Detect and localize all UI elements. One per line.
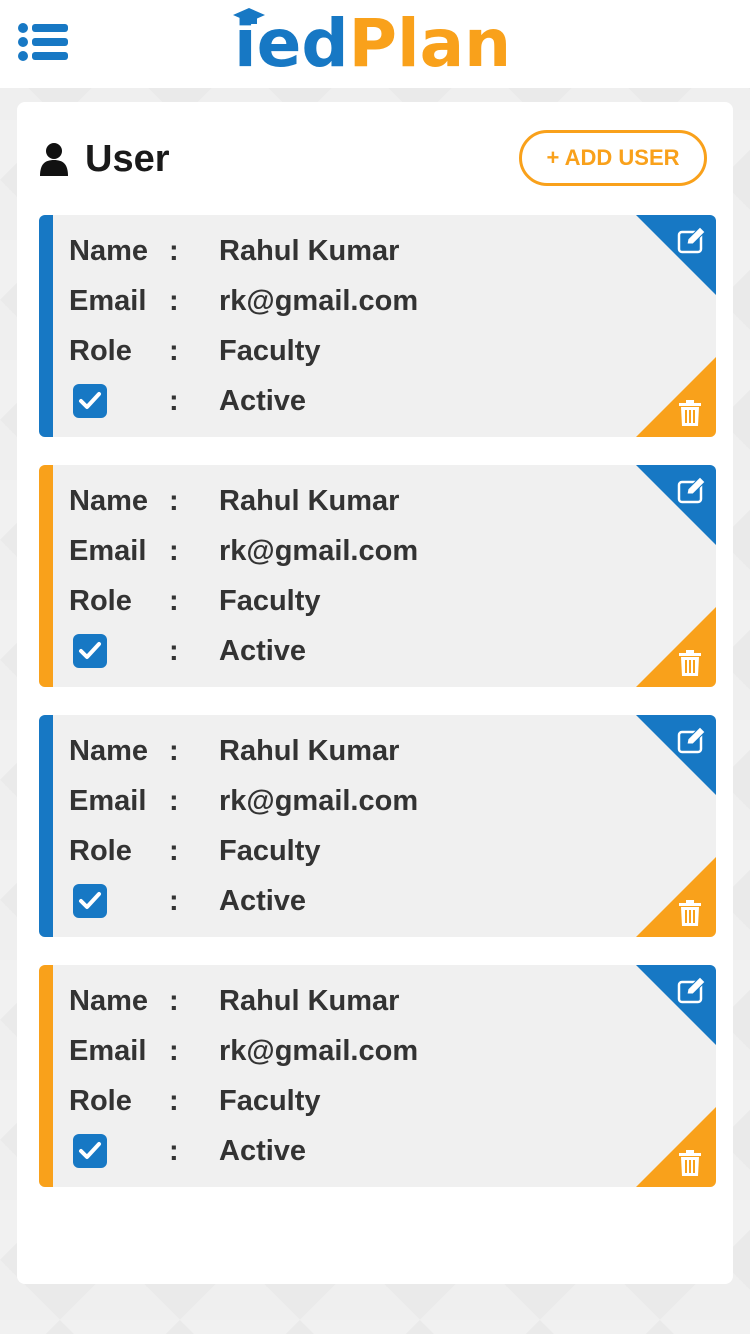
role-label: Role: [69, 584, 132, 617]
separator: :: [169, 1084, 179, 1117]
trash-icon: [679, 900, 701, 926]
edit-corner-shape: [636, 215, 716, 295]
email-label: Email: [69, 284, 147, 317]
separator: :: [169, 634, 179, 667]
card-accent-stripe: [39, 215, 53, 437]
user-card: Name : Rahul Kumar Email : rk@gmail.com …: [39, 965, 716, 1187]
user-card: Name : Rahul Kumar Email : rk@gmail.com …: [39, 715, 716, 937]
graduation-cap-icon: [233, 8, 265, 24]
user-status: Active: [219, 884, 307, 917]
checkbox-checked-icon: [79, 392, 101, 409]
user-role: Faculty: [219, 584, 321, 617]
logo-text: iedPlan: [234, 4, 511, 84]
delete-button[interactable]: [636, 607, 716, 687]
separator: :: [169, 1034, 179, 1067]
name-label: Name: [69, 234, 148, 267]
edit-corner-shape: [636, 965, 716, 1045]
role-label: Role: [69, 834, 132, 867]
menu-button[interactable]: [18, 22, 70, 62]
user-panel: User + ADD USER Name : Rahul Kumar Email…: [17, 102, 733, 1284]
separator: :: [169, 984, 179, 1017]
separator: :: [169, 734, 179, 767]
edit-button[interactable]: [636, 715, 716, 795]
user-email: rk@gmail.com: [219, 1034, 419, 1067]
user-email: rk@gmail.com: [219, 534, 419, 567]
edit-button[interactable]: [636, 965, 716, 1045]
edit-button[interactable]: [636, 215, 716, 295]
separator: :: [169, 834, 179, 867]
delete-corner-shape: [636, 607, 716, 687]
email-label: Email: [69, 1034, 147, 1067]
user-card: Name : Rahul Kumar Email : rk@gmail.com …: [39, 465, 716, 687]
active-checkbox[interactable]: [73, 884, 107, 918]
hamburger-list-icon: [18, 23, 68, 61]
active-checkbox[interactable]: [73, 1134, 107, 1168]
separator: :: [169, 284, 179, 317]
delete-button[interactable]: [636, 1107, 716, 1187]
active-checkbox[interactable]: [73, 384, 107, 418]
separator: :: [169, 1134, 179, 1167]
separator: :: [169, 234, 179, 267]
separator: :: [169, 784, 179, 817]
role-label: Role: [69, 334, 132, 367]
card-accent-stripe: [39, 465, 53, 687]
card-accent-stripe: [39, 715, 53, 937]
trash-icon: [679, 1150, 701, 1176]
user-status: Active: [219, 384, 307, 417]
user-name: Rahul Kumar: [219, 984, 400, 1017]
edit-corner-shape: [636, 465, 716, 545]
user-email: rk@gmail.com: [219, 784, 419, 817]
user-icon: [40, 143, 68, 176]
checkbox-checked-icon: [79, 642, 101, 659]
user-name: Rahul Kumar: [219, 484, 400, 517]
separator: :: [169, 884, 179, 917]
name-label: Name: [69, 484, 148, 517]
separator: :: [169, 484, 179, 517]
email-label: Email: [69, 534, 147, 567]
user-status: Active: [219, 1134, 307, 1167]
user-status: Active: [219, 634, 307, 667]
trash-icon: [679, 650, 701, 676]
name-label: Name: [69, 734, 148, 767]
separator: :: [169, 334, 179, 367]
delete-button[interactable]: [636, 857, 716, 937]
checkbox-checked-icon: [79, 892, 101, 909]
edit-corner-shape: [636, 715, 716, 795]
delete-button[interactable]: [636, 357, 716, 437]
user-role: Faculty: [219, 334, 321, 367]
separator: :: [169, 584, 179, 617]
delete-corner-shape: [636, 857, 716, 937]
user-email: rk@gmail.com: [219, 284, 419, 317]
card-accent-stripe: [39, 965, 53, 1187]
active-checkbox[interactable]: [73, 634, 107, 668]
role-label: Role: [69, 1084, 132, 1117]
add-user-button[interactable]: + ADD USER: [519, 130, 707, 186]
edit-button[interactable]: [636, 465, 716, 545]
page-title-text: User: [85, 137, 170, 180]
delete-corner-shape: [636, 357, 716, 437]
checkbox-checked-icon: [79, 1142, 101, 1159]
name-label: Name: [69, 984, 148, 1017]
app-logo: iedPlan: [232, 2, 542, 82]
trash-icon: [679, 400, 701, 426]
user-role: Faculty: [219, 834, 321, 867]
user-name: Rahul Kumar: [219, 234, 400, 267]
email-label: Email: [69, 784, 147, 817]
user-name: Rahul Kumar: [219, 734, 400, 767]
logo-text-part2: Plan: [348, 5, 512, 82]
app-header: iedPlan: [0, 0, 750, 88]
user-card: Name : Rahul Kumar Email : rk@gmail.com …: [39, 215, 716, 437]
user-role: Faculty: [219, 1084, 321, 1117]
delete-corner-shape: [636, 1107, 716, 1187]
page-title: User: [39, 136, 170, 182]
separator: :: [169, 534, 179, 567]
separator: :: [169, 384, 179, 417]
